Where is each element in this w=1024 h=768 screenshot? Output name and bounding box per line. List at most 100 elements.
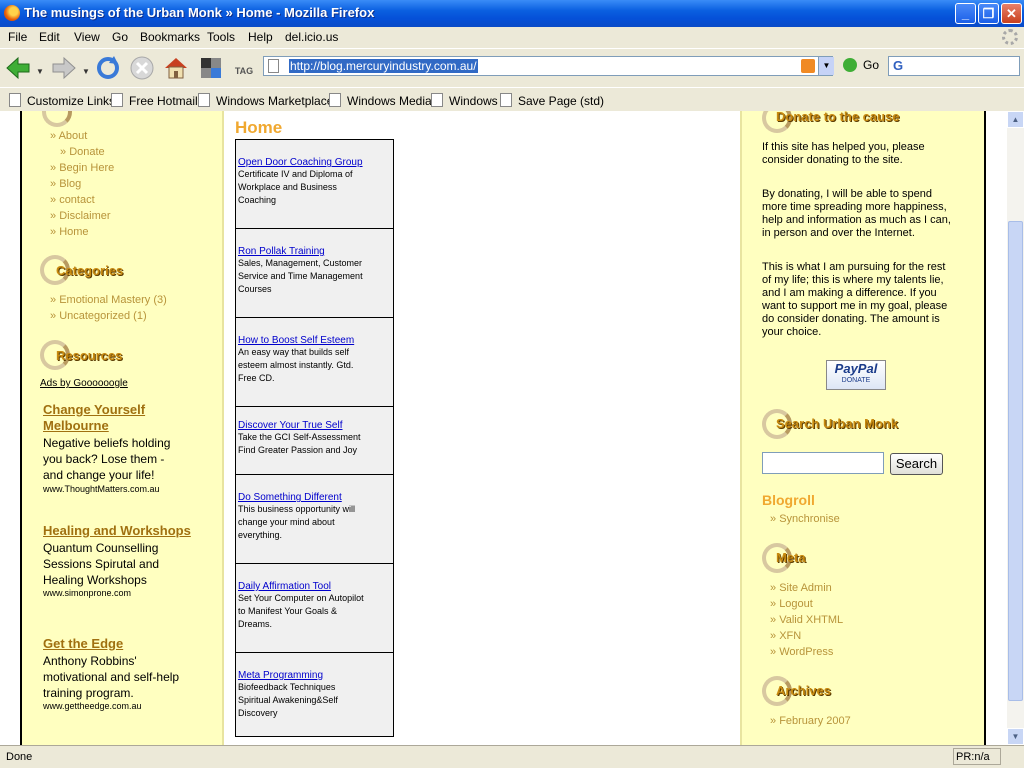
ad-link[interactable]: How to Boost Self Esteem xyxy=(238,335,391,346)
toolbar-extension-icon[interactable] xyxy=(197,54,225,82)
ad-cell[interactable]: Open Door Coaching Group Certificate IV … xyxy=(236,140,393,229)
ad-description: An easy way that builds self esteem almos… xyxy=(238,347,354,383)
status-text: Done xyxy=(6,751,33,763)
ad-link[interactable]: Daily Affirmation Tool xyxy=(238,581,391,592)
page-icon xyxy=(198,93,210,107)
ad-title-link[interactable]: Change Yourself xyxy=(43,402,145,417)
paypal-donate-button[interactable]: PayPal DONATE xyxy=(826,360,886,390)
google-search-box[interactable]: G xyxy=(888,56,1020,76)
ad-title-link[interactable]: Get the Edge xyxy=(43,636,123,651)
ad-link[interactable]: Meta Programming xyxy=(238,670,391,681)
ad-description: Certificate IV and Diploma of Workplace a… xyxy=(238,169,353,205)
ad-link[interactable]: Discover Your True Self xyxy=(238,420,391,431)
left-sidebar: » About » Donate » Begin Here » Blog » c… xyxy=(22,111,224,745)
page-link-contact[interactable]: » contact xyxy=(50,194,95,206)
ad-cell[interactable]: Do Something Different This business opp… xyxy=(236,475,393,564)
firefox-icon xyxy=(4,5,20,21)
category-link[interactable]: » Uncategorized (1) xyxy=(50,310,147,322)
ad-url[interactable]: www.gettheedge.com.au xyxy=(43,701,142,711)
ad-cell[interactable]: Daily Affirmation Tool Set Your Computer… xyxy=(236,564,393,653)
reload-icon[interactable] xyxy=(94,54,122,82)
bookmark-windows-marketplace[interactable]: Windows Marketplace xyxy=(198,93,333,108)
forward-dropdown-icon[interactable]: ▼ xyxy=(82,67,90,76)
search-title: Search Urban Monk xyxy=(776,416,899,431)
page-title: Home xyxy=(235,118,283,137)
meta-link-site-admin[interactable]: » Site Admin xyxy=(770,582,832,594)
ad-link[interactable]: Open Door Coaching Group xyxy=(238,157,391,168)
tag-button[interactable]: TAG xyxy=(230,54,258,82)
ad-link[interactable]: Ron Pollak Training xyxy=(238,246,391,257)
maximize-button[interactable]: ❐ xyxy=(978,3,999,24)
bookmark-free-hotmail[interactable]: Free Hotmail xyxy=(111,93,198,108)
url-dropdown-icon[interactable]: ▼ xyxy=(818,57,834,75)
ad-title-link[interactable]: Melbourne xyxy=(43,418,109,433)
title-bar: The musings of the Urban Monk » Home - M… xyxy=(0,0,1024,27)
scroll-down-icon[interactable]: ▼ xyxy=(1007,728,1024,745)
menu-tools[interactable]: Tools xyxy=(207,30,235,44)
forward-arrow-icon[interactable] xyxy=(50,54,78,82)
page-link-begin-here[interactable]: » Begin Here xyxy=(50,162,114,174)
window-title: The musings of the Urban Monk » Home - M… xyxy=(24,5,375,20)
ad-cell[interactable]: Discover Your True Self Take the GCI Sel… xyxy=(236,407,393,475)
search-input[interactable] xyxy=(762,452,884,474)
home-icon[interactable] xyxy=(162,54,190,82)
bookmark-windows-media[interactable]: Windows Media xyxy=(329,93,432,108)
meta-link-xfn[interactable]: » XFN xyxy=(770,630,801,642)
vertical-scrollbar[interactable]: ▲ ▼ xyxy=(1007,111,1024,745)
menu-bookmarks[interactable]: Bookmarks xyxy=(140,30,200,44)
scroll-up-icon[interactable]: ▲ xyxy=(1007,111,1024,128)
bookmarks-toolbar: Customize Links Free Hotmail Windows Mar… xyxy=(0,87,1024,112)
menu-view[interactable]: View xyxy=(74,30,100,44)
category-link[interactable]: » Emotional Mastery (3) xyxy=(50,294,167,306)
throbber-icon xyxy=(1002,29,1018,45)
status-bar: Done PR:n/a xyxy=(0,745,1024,768)
ad-cell[interactable]: Ron Pollak Training Sales, Management, C… xyxy=(236,229,393,318)
blogroll-link[interactable]: » Synchronise xyxy=(770,513,840,525)
ad-cell[interactable]: How to Boost Self Esteem An easy way tha… xyxy=(236,318,393,407)
meta-link-logout[interactable]: » Logout xyxy=(770,598,813,610)
ads-by-google-link[interactable]: Ads by Goooooogle xyxy=(40,378,128,389)
menu-go[interactable]: Go xyxy=(112,30,128,44)
search-button[interactable]: Search xyxy=(890,453,943,475)
categories-title: Categories xyxy=(56,263,124,278)
menu-edit[interactable]: Edit xyxy=(39,30,60,44)
donate-paragraph: By donating, I will be able to spend mor… xyxy=(762,188,951,239)
ad-link[interactable]: Do Something Different xyxy=(238,492,391,503)
ad-url[interactable]: www.ThoughtMatters.com.au xyxy=(43,484,160,494)
archives-title: Archives xyxy=(776,683,831,698)
donate-paragraph: If this site has helped you, please cons… xyxy=(762,141,925,166)
page-link-donate[interactable]: » Donate xyxy=(60,146,105,158)
url-text[interactable]: http://blog.mercuryindustry.com.au/ xyxy=(289,59,478,73)
meta-title: Meta xyxy=(776,550,806,565)
ad-url[interactable]: www.simonprone.com xyxy=(43,588,131,598)
page-icon xyxy=(111,93,123,107)
page-link-about[interactable]: » About xyxy=(50,130,87,142)
meta-link-wordpress[interactable]: » WordPress xyxy=(770,646,833,658)
bookmark-customize-links[interactable]: Customize Links xyxy=(9,93,115,108)
back-arrow-icon[interactable] xyxy=(4,54,32,82)
menu-help[interactable]: Help xyxy=(248,30,273,44)
pagerank-indicator[interactable]: PR:n/a xyxy=(953,748,1001,765)
go-button[interactable]: Go xyxy=(843,58,879,72)
ad-cell[interactable]: Meta Programming Biofeedback Techniques S… xyxy=(236,653,393,737)
ad-description: Biofeedback Techniques Spiritual Awakenin… xyxy=(238,682,338,718)
ad-text: Quantum Counselling Sessions Spirutal and… xyxy=(43,541,160,587)
meta-link-valid-xhtml[interactable]: » Valid XHTML xyxy=(770,614,843,626)
page-link-disclaimer[interactable]: » Disclaimer xyxy=(50,210,111,222)
scrollbar-thumb[interactable] xyxy=(1008,221,1023,701)
ad-title-link[interactable]: Healing and Workshops xyxy=(43,523,191,538)
minimize-button[interactable]: _ xyxy=(955,3,976,24)
page-link-home[interactable]: » Home xyxy=(50,226,89,238)
page-link-blog[interactable]: » Blog xyxy=(50,178,81,190)
close-button[interactable]: ✕ xyxy=(1001,3,1022,24)
menu-delicious[interactable]: del.icio.us xyxy=(285,30,338,44)
menu-file[interactable]: File xyxy=(8,30,27,44)
stop-icon[interactable] xyxy=(128,54,156,82)
bookmark-save-page[interactable]: Save Page (std) xyxy=(500,93,604,108)
rss-feed-icon[interactable] xyxy=(801,59,815,73)
back-dropdown-icon[interactable]: ▼ xyxy=(36,67,44,76)
bookmark-windows[interactable]: Windows xyxy=(431,93,498,108)
google-icon[interactable]: G xyxy=(893,58,903,73)
url-bar[interactable]: http://blog.mercuryindustry.com.au/ ▼ xyxy=(263,56,834,76)
archive-link[interactable]: » February 2007 xyxy=(770,715,851,727)
